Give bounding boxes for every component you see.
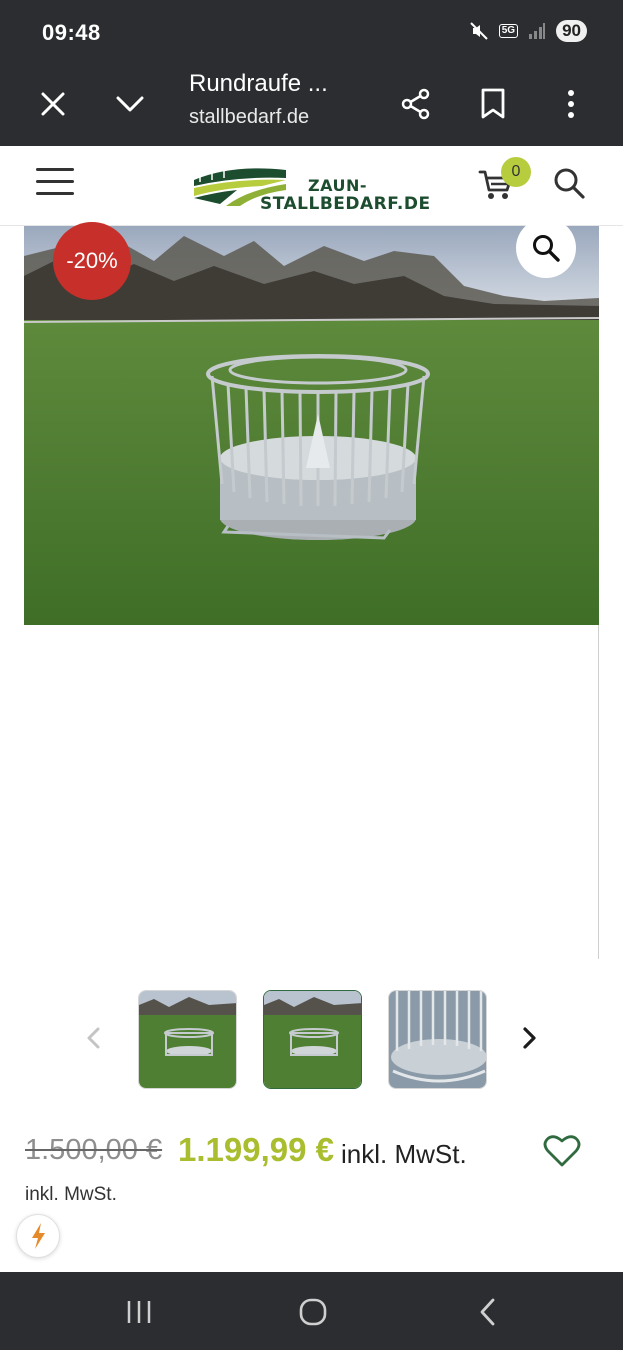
cart-count-badge[interactable]: 0 [501,157,531,187]
chevron-down-icon[interactable] [108,82,152,126]
menu-icon[interactable] [36,168,74,198]
signal-icon [529,23,546,39]
status-icons: 5G 90 [469,20,587,42]
close-icon[interactable] [31,82,75,126]
new-price: 1.199,99 € [178,1131,334,1168]
logo-line1: ZAUN- [308,176,368,195]
thumbnail-1[interactable] [138,990,237,1089]
page-title[interactable]: Rundraufe ... [189,70,328,98]
old-price: 1.500,00 € [25,1134,163,1166]
price-row: 1.500,00 € 1.199,99 € inkl. MwSt. [25,1130,585,1174]
system-nav-bar [0,1272,623,1350]
share-icon[interactable] [394,82,438,126]
status-time: 09:48 [42,20,101,45]
thumbnail-strip [0,990,623,1090]
lightning-icon[interactable] [16,1214,60,1258]
site-header: ZAUN- STALLBEDARF.DE 0 [0,146,623,226]
zoom-icon[interactable] [516,218,576,278]
tax-inline: inkl. MwSt. [341,1139,467,1169]
chevron-right-icon[interactable] [519,1026,539,1050]
status-bar: 09:48 5G 90 [0,0,623,64]
battery-level: 90 [556,20,587,42]
thumbnail-2[interactable] [263,990,362,1089]
chevron-left-icon[interactable] [84,1026,104,1050]
more-vert-icon[interactable] [549,82,593,126]
wishlist-heart-icon[interactable] [543,1134,581,1168]
discount-badge: -20% [53,222,131,300]
product-gallery: -20% [24,218,599,959]
mute-icon [470,22,488,40]
site-logo[interactable]: ZAUN- STALLBEDARF.DE [192,160,430,214]
page-url[interactable]: stallbedarf.de [189,106,309,129]
logo-line2: STALLBEDARF.DE [260,194,431,214]
search-icon[interactable] [552,166,588,202]
back-icon[interactable] [468,1292,508,1332]
bookmark-icon[interactable] [471,82,515,126]
network-type: 5G [498,24,519,38]
recent-apps-icon[interactable] [119,1292,159,1332]
tax-note: inkl. MwSt. [25,1184,117,1205]
home-icon[interactable] [293,1292,333,1332]
browser-toolbar: Rundraufe ... stallbedarf.de [0,64,623,146]
thumbnail-3[interactable] [388,990,487,1089]
